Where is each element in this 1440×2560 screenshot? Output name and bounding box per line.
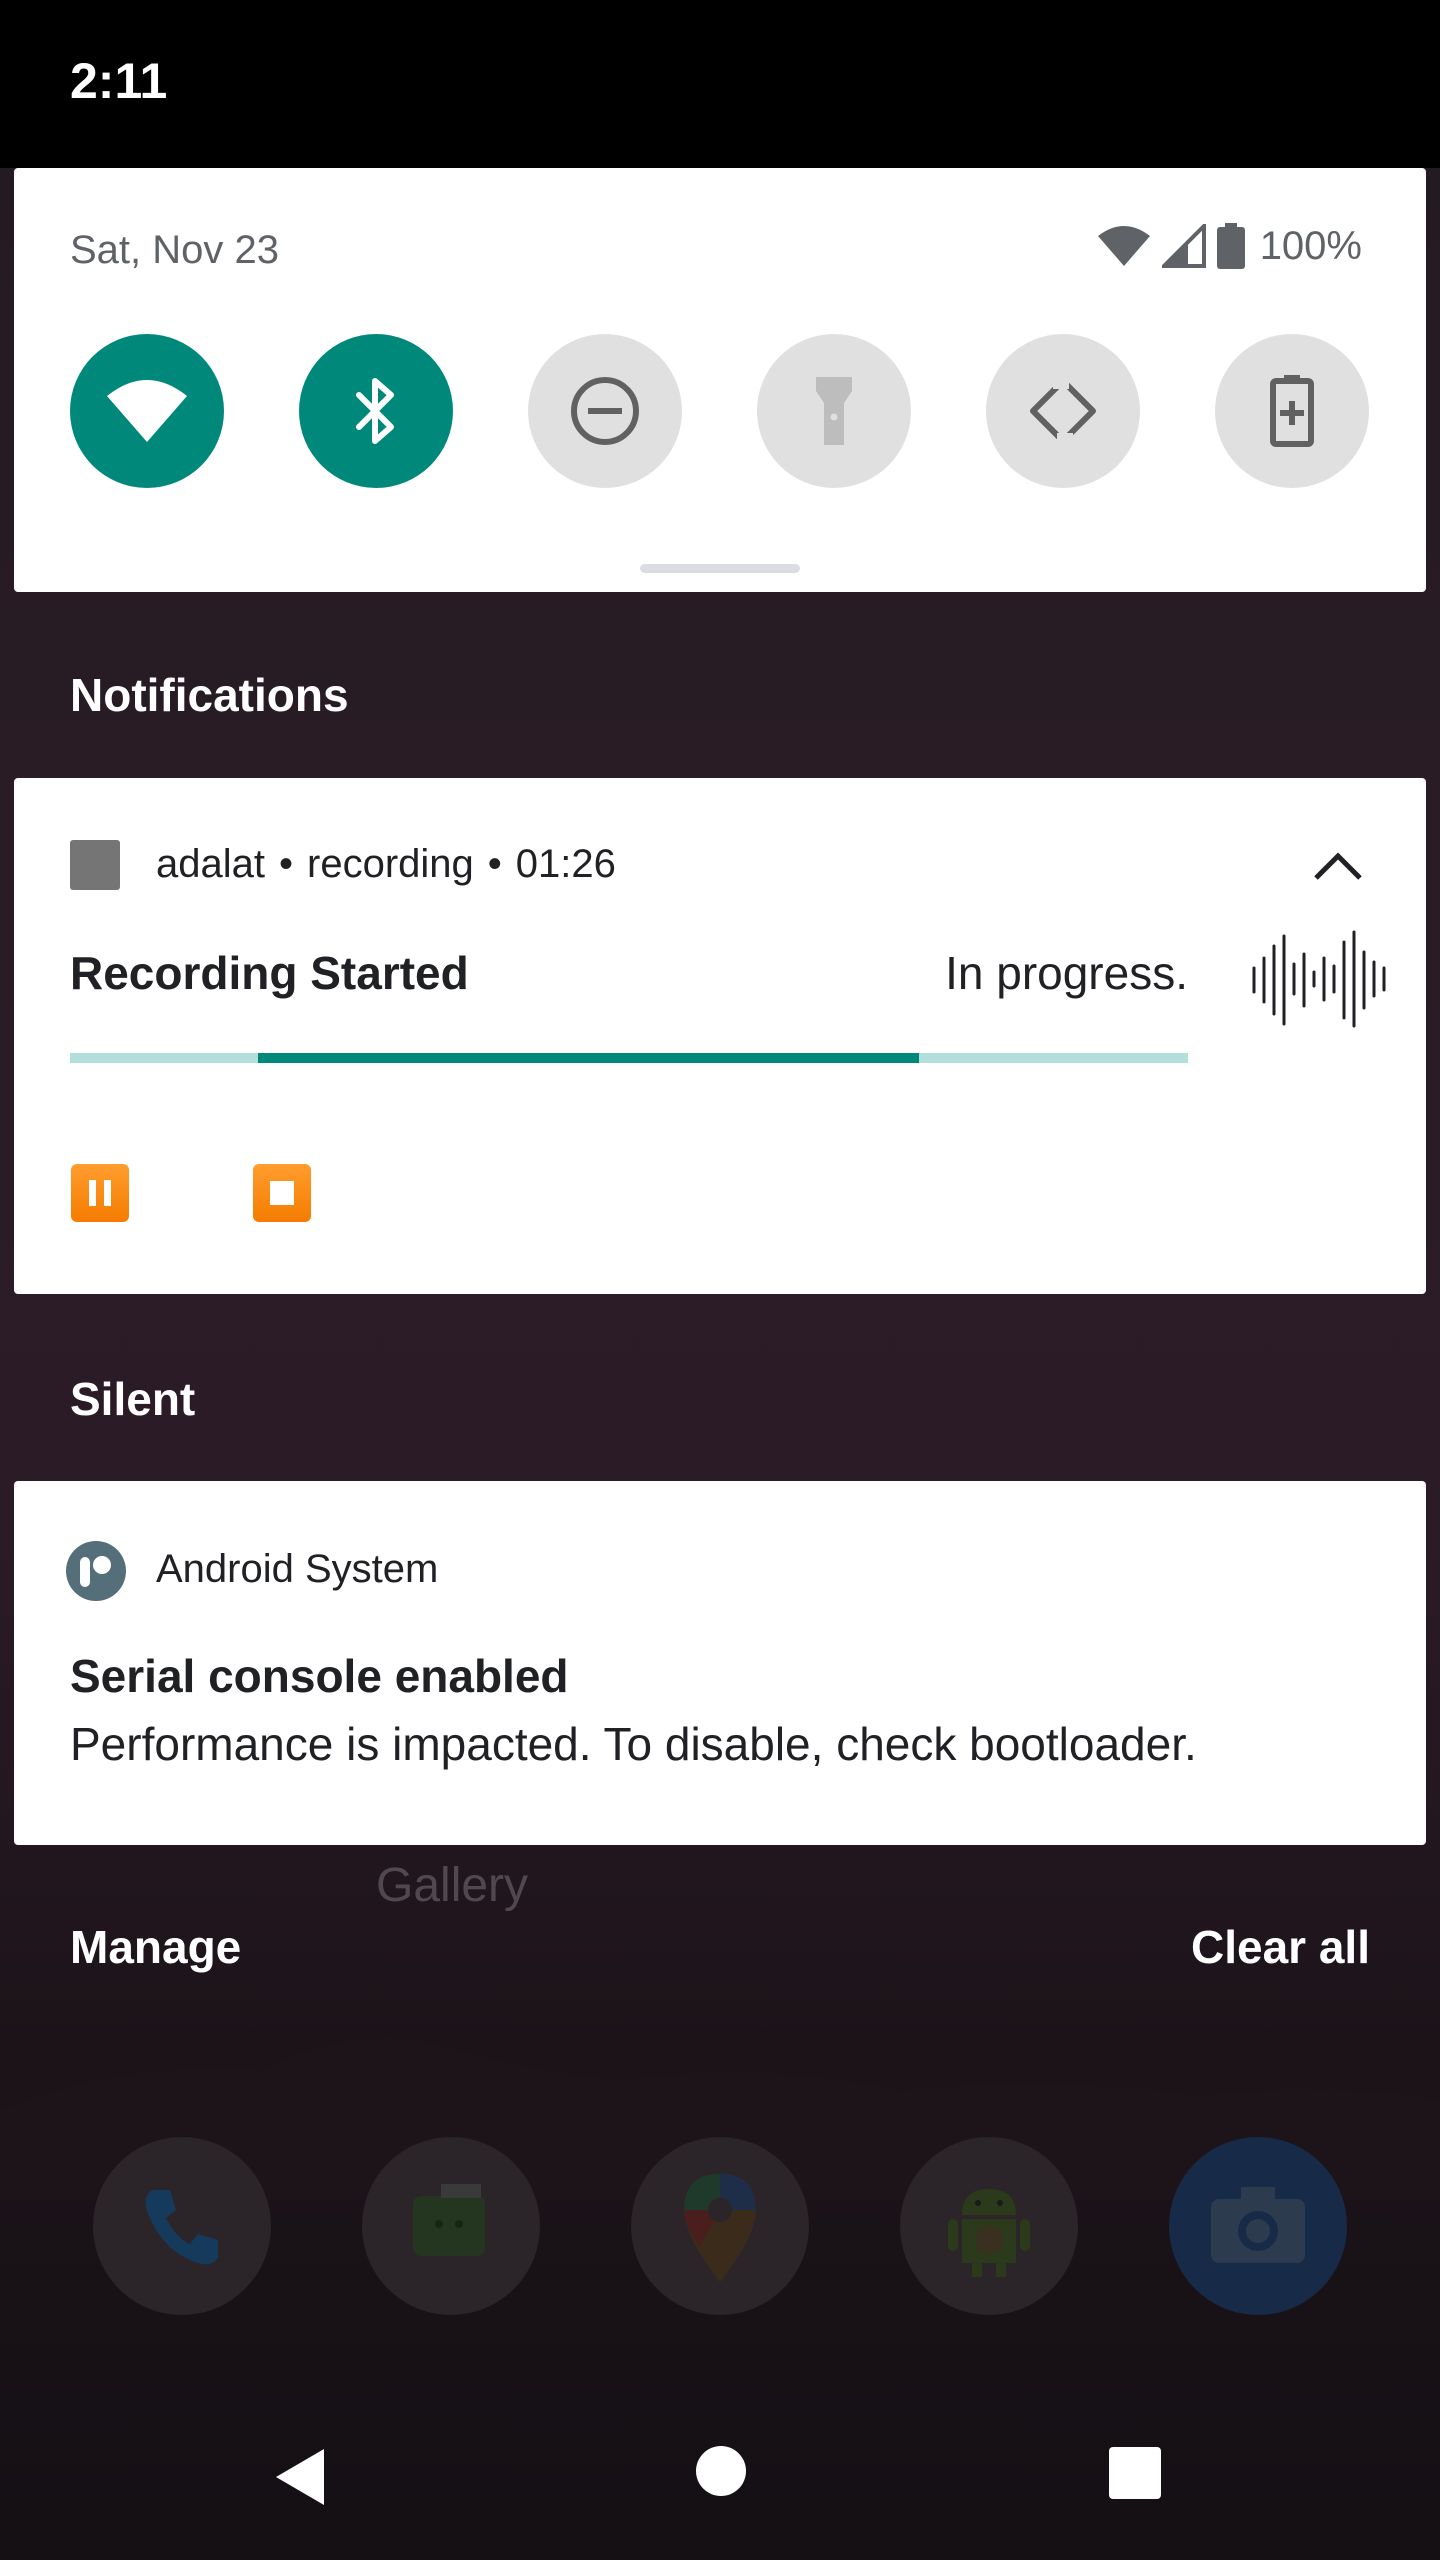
camera-icon <box>1211 2187 1305 2263</box>
bluetooth-tile[interactable] <box>299 334 453 488</box>
cell-signal-icon <box>1161 224 1206 268</box>
dock-phone[interactable] <box>93 2137 271 2315</box>
notification-text: Performance is impacted. To disable, che… <box>70 1718 1197 1770</box>
notification-title: Recording Started <box>70 947 469 999</box>
phone-icon <box>145 2190 218 2265</box>
pause-button[interactable] <box>71 1164 129 1222</box>
battery-saver-tile[interactable] <box>1215 334 1369 488</box>
qs-drag-handle[interactable] <box>640 564 800 573</box>
wifi-icon <box>107 380 187 442</box>
nav-recents-button[interactable] <box>1108 2446 1162 2500</box>
qs-status-icons: 100% <box>1096 223 1362 269</box>
silent-header: Silent <box>70 1373 196 1425</box>
status-bar: 2:11 <box>0 0 1440 168</box>
app-icon <box>70 840 120 890</box>
app-name: Android System <box>156 1547 439 1591</box>
battery-icon <box>1216 223 1245 269</box>
chevron-up-icon[interactable] <box>1310 838 1366 894</box>
nav-home-button[interactable] <box>694 2444 748 2498</box>
recents-square-icon <box>1109 2447 1161 2499</box>
rotate-icon <box>1030 373 1096 449</box>
clear-all-button[interactable]: Clear all <box>1191 1920 1370 1974</box>
status-clock: 2:11 <box>70 53 168 109</box>
qs-date[interactable]: Sat, Nov 23 <box>70 228 279 273</box>
battery-percent: 100% <box>1259 223 1362 268</box>
flashlight-icon <box>816 377 852 445</box>
android-system-icon <box>66 1541 126 1601</box>
android-app-icon <box>948 2189 1030 2277</box>
elapsed-time: 01:26 <box>515 842 616 886</box>
messages-icon <box>413 2184 485 2256</box>
notification-header: adalat • recording • 01:26 <box>156 842 616 887</box>
navigation-bar <box>0 2400 1440 2560</box>
back-triangle-icon <box>276 2449 324 2505</box>
system-notification[interactable]: Android System Serial console enabled Pe… <box>14 1481 1426 1845</box>
quick-settings-panel: Sat, Nov 23 100% <box>14 168 1426 592</box>
nav-back-button[interactable] <box>268 2440 332 2514</box>
manage-button[interactable]: Manage <box>70 1920 241 1974</box>
minus-circle-icon <box>571 377 639 445</box>
battery-plus-icon <box>1270 375 1314 447</box>
stop-button[interactable] <box>253 1164 311 1222</box>
wifi-tile[interactable] <box>70 334 224 488</box>
header-separator: • <box>487 842 502 886</box>
recording-progress-track <box>70 1053 1188 1063</box>
bluetooth-icon <box>356 378 394 444</box>
pause-icon <box>89 1180 111 1206</box>
dock-app[interactable] <box>900 2137 1078 2315</box>
stop-icon <box>270 1181 294 1205</box>
notifications-header: Notifications <box>70 669 349 721</box>
auto-rotate-tile[interactable] <box>986 334 1140 488</box>
dock-camera[interactable] <box>1169 2137 1347 2315</box>
notification-title: Serial console enabled <box>70 1650 569 1702</box>
flashlight-tile[interactable] <box>757 334 911 488</box>
wifi-signal-icon <box>1097 226 1150 266</box>
dock-messages[interactable] <box>362 2137 540 2315</box>
maps-icon <box>684 2174 756 2282</box>
home-gallery-label: Gallery <box>376 1859 529 1912</box>
waveform-icon <box>1252 930 1386 1028</box>
app-name: adalat <box>156 842 265 886</box>
notification-status: In progress. <box>945 947 1188 999</box>
home-circle-icon <box>696 2446 746 2496</box>
channel-name: recording <box>307 842 474 886</box>
dock-maps[interactable] <box>631 2137 809 2315</box>
dnd-tile[interactable] <box>528 334 682 488</box>
recording-notification[interactable]: adalat • recording • 01:26 Recording Sta… <box>14 778 1426 1294</box>
recording-progress-bar <box>258 1053 919 1063</box>
header-separator: • <box>278 842 293 886</box>
